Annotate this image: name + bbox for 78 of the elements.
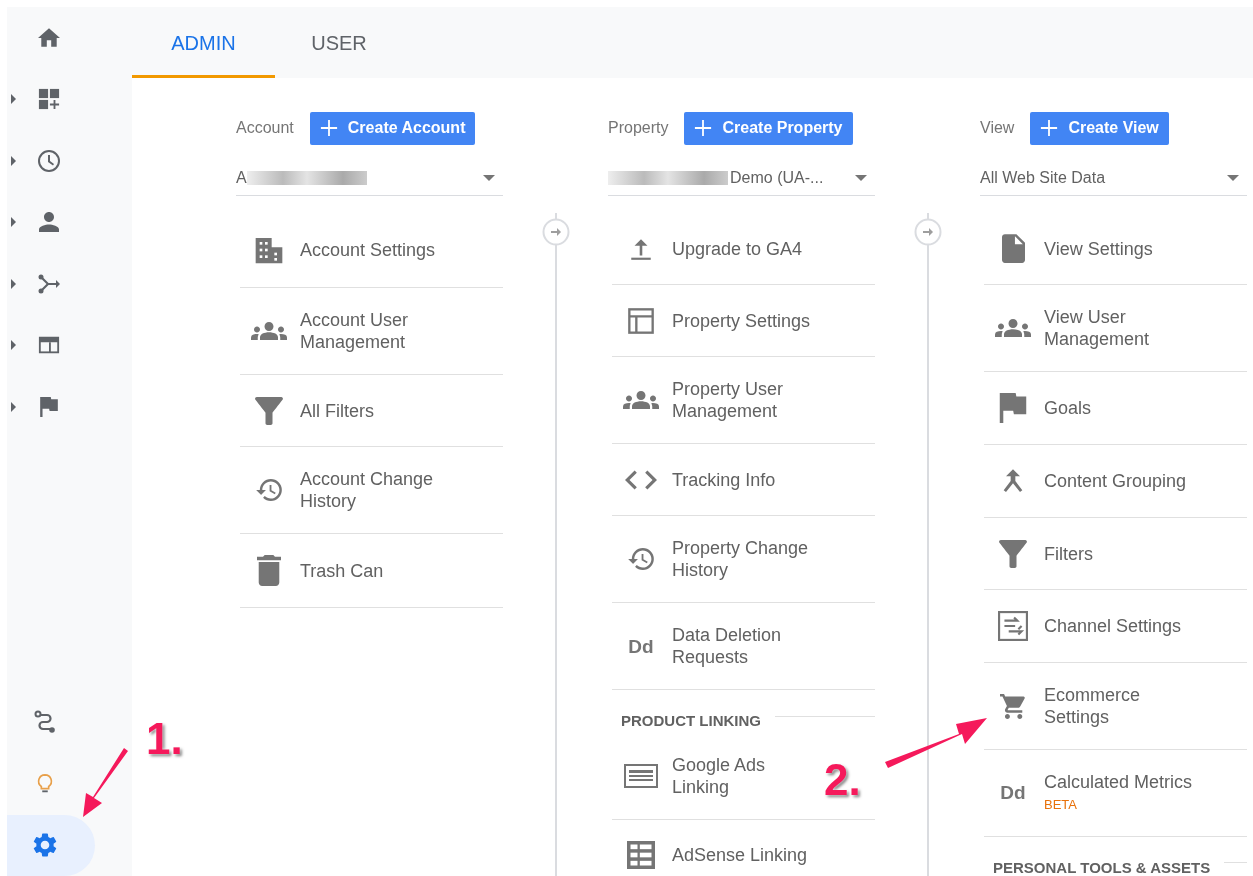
grid-panel-icon <box>627 841 655 869</box>
plus-icon <box>1040 119 1059 137</box>
menu-link[interactable]: Account Settings <box>300 239 436 261</box>
menu-link[interactable]: AdSense Linking <box>672 844 808 866</box>
person-icon <box>38 212 59 233</box>
annotation-arrow <box>80 748 130 820</box>
column-label: Property <box>608 118 669 138</box>
dashboard-add-icon <box>37 88 60 111</box>
home-icon <box>37 28 60 48</box>
step-number: 1. <box>146 713 183 765</box>
dropdown-selector[interactable]: All Web Site Data <box>980 161 1247 196</box>
clock-icon <box>36 148 61 173</box>
section-header: PERSONAL TOOLS & ASSETS <box>993 857 1211 876</box>
create-button[interactable]: Create View <box>1030 111 1169 145</box>
beta-label: BETA <box>1044 796 1078 814</box>
expand-caret-icon[interactable] <box>11 217 16 228</box>
cart-icon <box>1000 693 1026 719</box>
dd-icon: Dd <box>1000 783 1026 803</box>
expand-caret-icon[interactable] <box>11 340 16 351</box>
route-icon <box>33 710 57 735</box>
trash-icon <box>257 555 281 586</box>
menu-link[interactable]: Goals <box>1044 397 1092 419</box>
menu-link[interactable]: Tracking Info <box>672 468 776 491</box>
nav-item[interactable] <box>7 814 95 876</box>
menu-link[interactable]: Ecommerce Settings <box>1044 684 1197 728</box>
menu-link[interactable]: Filters <box>1044 542 1093 565</box>
dropdown-selector[interactable]: Demo (UA-... <box>608 161 875 196</box>
ad-panel-icon <box>624 763 658 788</box>
section-header: PRODUCT LINKING <box>621 711 761 731</box>
dd-icon: Dd <box>628 636 654 656</box>
menu-link[interactable]: Google Ads Linking <box>672 753 825 798</box>
dropdown-caret-icon <box>483 175 495 181</box>
expand-caret-icon[interactable] <box>11 278 16 289</box>
menu-link[interactable]: Content Grouping <box>1044 470 1187 492</box>
menu-link[interactable]: Property User Management <box>672 378 825 422</box>
filter-icon <box>999 539 1027 568</box>
step-number: 2. <box>824 754 861 806</box>
selector-value: Demo (UA-... <box>730 168 824 188</box>
selector-value: A <box>236 168 247 188</box>
plus-icon <box>694 119 713 137</box>
flag-icon <box>39 396 58 417</box>
menu-link[interactable]: Account Change History <box>300 468 453 512</box>
menu-link[interactable]: Property Settings <box>672 309 811 332</box>
filter-icon <box>255 396 283 425</box>
menu-link[interactable]: Data Deletion Requests <box>672 624 825 668</box>
menu-link[interactable]: All Filters <box>300 399 374 422</box>
expand-caret-icon[interactable] <box>11 94 16 105</box>
menu-link[interactable]: Channel Settings <box>1044 615 1182 637</box>
tab[interactable]: USER <box>275 7 403 78</box>
menu-link[interactable]: View User Management <box>1044 306 1197 350</box>
menu-link[interactable]: Upgrade to GA4 <box>672 237 803 260</box>
channel-arrows-icon <box>998 611 1028 641</box>
menu-link[interactable]: Calculated Metrics <box>1044 771 1193 793</box>
settings-icon <box>33 833 57 858</box>
history-icon <box>628 548 654 570</box>
people-group-icon <box>251 322 287 340</box>
flag-icon <box>999 393 1027 423</box>
menu-link[interactable]: View Settings <box>1044 237 1153 260</box>
menu-link[interactable]: Trash Can <box>300 559 384 582</box>
plus-icon <box>319 119 338 137</box>
dropdown-selector[interactable]: A <box>236 161 503 196</box>
people-group-icon <box>995 319 1031 337</box>
dropdown-caret-icon <box>855 175 867 181</box>
code-icon <box>625 469 657 490</box>
expand-caret-icon[interactable] <box>11 155 16 166</box>
people-group-icon <box>623 391 659 409</box>
document-icon <box>1001 234 1025 263</box>
layout-icon <box>627 306 655 335</box>
create-button[interactable]: Create Account <box>309 111 476 145</box>
menu-link[interactable]: Account User Management <box>300 309 453 353</box>
history-icon <box>256 479 282 501</box>
column-label: View <box>980 118 1015 138</box>
column-label: Account <box>236 118 294 138</box>
dropdown-caret-icon <box>1227 175 1239 181</box>
expand-caret-icon[interactable] <box>11 401 16 412</box>
selector-value: All Web Site Data <box>980 168 1106 188</box>
menu-link[interactable]: Property Change History <box>672 537 825 581</box>
create-button[interactable]: Create Property <box>684 111 853 145</box>
